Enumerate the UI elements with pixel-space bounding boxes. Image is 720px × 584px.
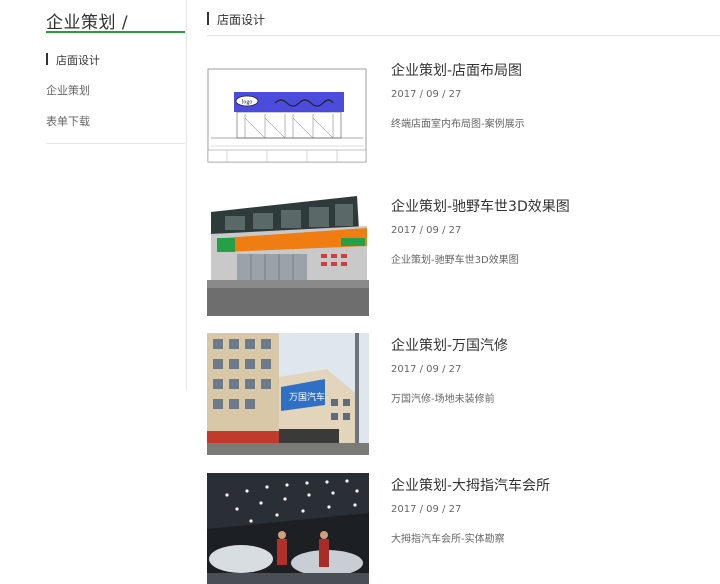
sidebar-item-store-design[interactable]: 店面设计	[46, 52, 100, 68]
article-description: 企业策划-驰野车世3D效果图	[391, 255, 519, 266]
article-description: 终端店面室内布局图-案例展示	[391, 119, 525, 130]
shop-sign-text: 万国汽车	[289, 391, 325, 403]
storefront-blueprint-image: logo	[207, 58, 369, 180]
sidebar-divider	[46, 143, 185, 144]
article-description: 大拇指汽车会所-实体勘察	[391, 534, 505, 545]
3d-storefront-render-image	[207, 194, 369, 316]
article-title[interactable]: 企业策划-店面布局图	[391, 60, 522, 80]
article-card[interactable]: 企业策划-大拇指汽车会所 2017 / 09 / 27 大拇指汽车会所-实体勘察	[207, 473, 720, 584]
sidebar-item-enterprise-planning[interactable]: 企业策划	[46, 82, 90, 98]
article-thumbnail[interactable]: 万国汽车	[207, 333, 369, 455]
article-thumbnail[interactable]	[207, 473, 369, 584]
article-title[interactable]: 企业策划-驰野车世3D效果图	[391, 196, 570, 216]
auto-repair-shop-photo: 万国汽车	[207, 333, 369, 455]
sidebar: 企业策划 / 店面设计 企业策划 表单下载	[0, 0, 187, 390]
section-title: 店面设计	[207, 11, 265, 28]
article-thumbnail[interactable]: logo	[207, 58, 369, 180]
sidebar-item-form-download[interactable]: 表单下载	[46, 113, 90, 129]
article-card[interactable]: 万国汽车 企业策划-万国汽修 2017 / 09 / 27 万国汽修-场地未装修…	[207, 333, 720, 455]
article-date: 2017 / 09 / 27	[391, 225, 462, 236]
article-thumbnail[interactable]	[207, 194, 369, 316]
car-club-interior-photo	[207, 473, 369, 584]
article-date: 2017 / 09 / 27	[391, 364, 462, 375]
article-date: 2017 / 09 / 27	[391, 504, 462, 515]
article-card[interactable]: 企业策划-驰野车世3D效果图 2017 / 09 / 27 企业策划-驰野车世3…	[207, 194, 720, 316]
sidebar-title-underline	[46, 31, 185, 33]
article-date: 2017 / 09 / 27	[391, 89, 462, 100]
section-divider	[207, 35, 720, 36]
article-title[interactable]: 企业策划-万国汽修	[391, 335, 508, 355]
article-title[interactable]: 企业策划-大拇指汽车会所	[391, 475, 550, 495]
blueprint-logo-text: logo	[242, 100, 253, 106]
sidebar-title: 企业策划 /	[46, 13, 129, 33]
article-card[interactable]: logo 企业策划-店面布局图 2017 / 09 / 27 终端店面室内布局图…	[207, 58, 720, 180]
article-description: 万国汽修-场地未装修前	[391, 394, 495, 405]
